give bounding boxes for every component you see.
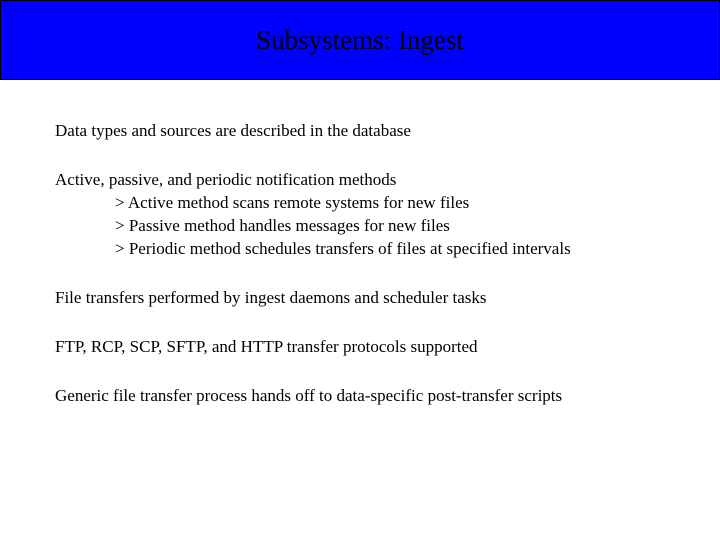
bullet-2: Active, passive, and periodic notificati… [55, 169, 665, 261]
bullet-1: Data types and sources are described in … [55, 120, 665, 143]
slide-title: Subsystems: Ingest [256, 25, 464, 56]
bullet-1-text: Data types and sources are described in … [55, 120, 665, 143]
bullet-3-text: File transfers performed by ingest daemo… [55, 287, 665, 310]
bullet-3: File transfers performed by ingest daemo… [55, 287, 665, 310]
bullet-5: Generic file transfer process hands off … [55, 385, 665, 408]
bullet-2-sub1: > Active method scans remote systems for… [55, 192, 665, 215]
slide-title-bar: Subsystems: Ingest [0, 0, 720, 80]
bullet-4: FTP, RCP, SCP, SFTP, and HTTP transfer p… [55, 336, 665, 359]
bullet-2-sub2: > Passive method handles messages for ne… [55, 215, 665, 238]
bullet-2-main: Active, passive, and periodic notificati… [55, 169, 665, 192]
bullet-4-text: FTP, RCP, SCP, SFTP, and HTTP transfer p… [55, 336, 665, 359]
slide-content: Data types and sources are described in … [0, 80, 720, 408]
bullet-2-sub3: > Periodic method schedules transfers of… [55, 238, 665, 261]
bullet-5-text: Generic file transfer process hands off … [55, 385, 665, 408]
